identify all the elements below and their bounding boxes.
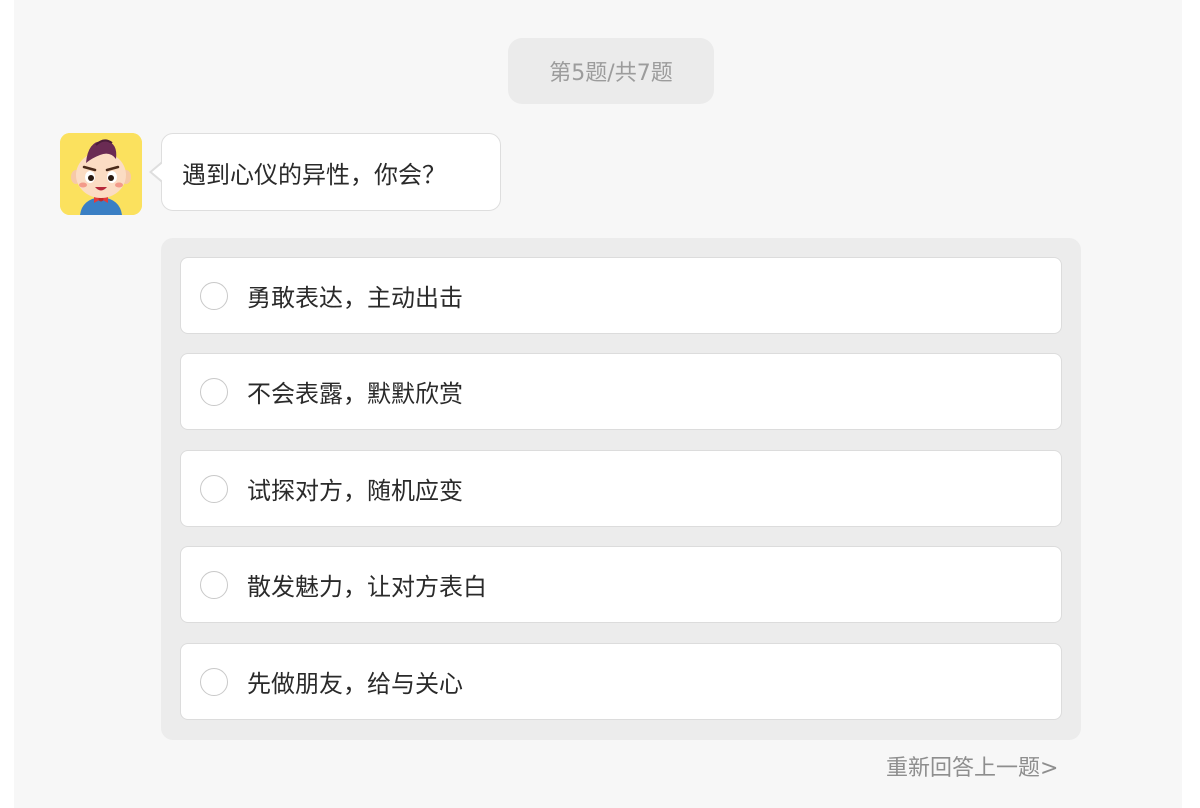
radio-icon[interactable] (200, 281, 228, 310)
redo-previous-link[interactable]: 重新回答上一题> (886, 750, 1086, 784)
radio-icon[interactable] (200, 377, 228, 406)
option-item[interactable]: 先做朋友，给与关心 (180, 643, 1062, 720)
quiz-panel: 第5题/共7题 遇到心仪的异性，你会？ 勇敢表达，主动出击 不会表露，默默欣赏 … (14, 0, 1182, 808)
option-label: 勇敢表达，主动出击 (247, 284, 463, 312)
radio-icon[interactable] (200, 474, 228, 503)
progress-indicator: 第5题/共7题 (508, 38, 714, 104)
option-item[interactable]: 散发魅力，让对方表白 (180, 546, 1062, 623)
question-text: 遇到心仪的异性，你会？ (182, 160, 446, 189)
cartoon-boy-icon (60, 133, 142, 215)
progress-label: 第5题/共7题 (549, 61, 673, 86)
radio-icon[interactable] (200, 570, 228, 599)
options-list: 勇敢表达，主动出击 不会表露，默默欣赏 试探对方，随机应变 散发魅力，让对方表白… (161, 238, 1081, 740)
option-item[interactable]: 试探对方，随机应变 (180, 450, 1062, 527)
option-label: 不会表露，默默欣赏 (247, 380, 463, 408)
avatar (60, 133, 142, 215)
radio-icon[interactable] (200, 667, 228, 696)
option-item[interactable]: 不会表露，默默欣赏 (180, 353, 1062, 430)
option-label: 先做朋友，给与关心 (247, 670, 463, 698)
option-label: 试探对方，随机应变 (247, 477, 463, 505)
question-bubble: 遇到心仪的异性，你会？ (161, 133, 501, 211)
option-item[interactable]: 勇敢表达，主动出击 (180, 257, 1062, 334)
option-label: 散发魅力，让对方表白 (247, 573, 487, 601)
bubble-tail-inner (152, 162, 164, 182)
